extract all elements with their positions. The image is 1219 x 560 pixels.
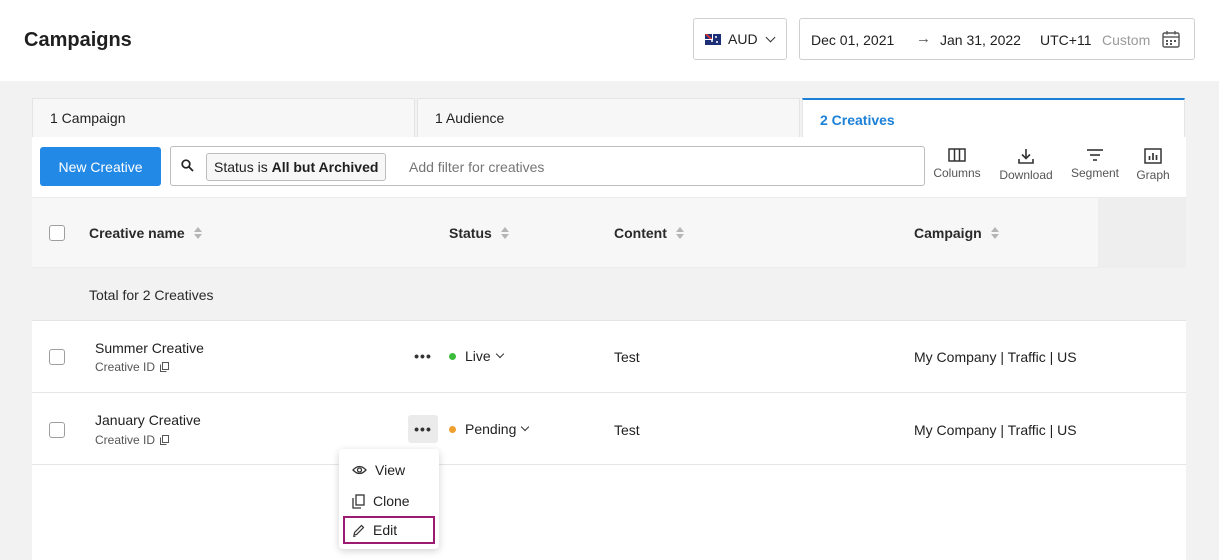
total-label: Total for 2 Creatives bbox=[89, 287, 214, 303]
row-actions-menu: View Clone Edit bbox=[339, 449, 439, 549]
status-label: Live bbox=[465, 348, 491, 364]
column-header-content[interactable]: Content bbox=[614, 225, 684, 241]
currency-select[interactable]: AUD bbox=[693, 18, 787, 60]
chevron-down-icon bbox=[765, 32, 776, 42]
timezone-label: UTC+11 bbox=[1040, 32, 1092, 48]
column-header-label: Content bbox=[614, 225, 667, 241]
date-start: Dec 01, 2021 bbox=[811, 32, 895, 48]
content-cell: Test bbox=[614, 349, 640, 365]
eye-icon bbox=[352, 465, 367, 475]
creatives-panel: New Creative Status is All but Archived … bbox=[32, 137, 1186, 560]
filter-input[interactable] bbox=[409, 159, 809, 175]
filter-bar[interactable]: Status is All but Archived bbox=[170, 146, 925, 186]
sort-icon bbox=[193, 227, 202, 239]
total-row: Total for 2 Creatives bbox=[32, 268, 1186, 321]
columns-icon bbox=[948, 148, 966, 162]
campaign-cell[interactable]: My Company | Traffic | US bbox=[914, 349, 1077, 365]
column-header-label: Status bbox=[449, 225, 492, 241]
graph-icon bbox=[1144, 148, 1162, 164]
columns-label: Columns bbox=[933, 166, 981, 180]
creative-id-label: Creative ID bbox=[95, 433, 156, 447]
tab-audiences[interactable]: 1 Audience bbox=[417, 98, 800, 138]
status-select[interactable]: Pending bbox=[449, 421, 530, 437]
page-header: Campaigns AUD Dec 01, 2021 → Jan 31, 202… bbox=[0, 0, 1219, 81]
column-header-label: Campaign bbox=[914, 225, 982, 241]
chevron-down-icon bbox=[521, 422, 530, 432]
arrow-right-icon: → bbox=[916, 30, 931, 47]
column-header-label: Creative name bbox=[89, 225, 185, 241]
creative-id[interactable]: Creative ID bbox=[95, 360, 170, 374]
pencil-icon bbox=[353, 524, 365, 537]
creative-id-label: Creative ID bbox=[95, 360, 156, 374]
column-header-creative-name[interactable]: Creative name bbox=[89, 225, 202, 241]
range-type-label: Custom bbox=[1102, 32, 1151, 48]
segment-label: Segment bbox=[1070, 166, 1120, 180]
chevron-down-icon bbox=[495, 349, 504, 359]
status-dot-live bbox=[449, 352, 456, 360]
sort-icon bbox=[990, 227, 999, 239]
status-select[interactable]: Live bbox=[449, 348, 504, 364]
row-actions-button[interactable]: ••• bbox=[408, 342, 438, 370]
status-label: Pending bbox=[465, 421, 517, 437]
page-title: Campaigns bbox=[24, 29, 132, 51]
copy-icon bbox=[160, 362, 170, 372]
creative-name[interactable]: Summer Creative bbox=[95, 340, 204, 356]
filter-chip-value: All but Archived bbox=[271, 159, 379, 175]
copy-icon bbox=[160, 435, 170, 445]
currency-label: AUD bbox=[728, 31, 758, 47]
table-header: Creative name Status Content Campaign bbox=[32, 197, 1186, 268]
date-range-picker[interactable]: Dec 01, 2021 → Jan 31, 2022 UTC+11 Custo… bbox=[799, 18, 1195, 60]
row-checkbox[interactable] bbox=[49, 422, 65, 438]
search-icon bbox=[181, 159, 194, 172]
copy-icon bbox=[352, 493, 365, 509]
calendar-icon bbox=[1162, 31, 1180, 48]
status-dot-pending bbox=[449, 425, 456, 433]
segment-icon bbox=[1087, 149, 1103, 161]
menu-item-view[interactable]: View bbox=[339, 456, 439, 484]
creative-name[interactable]: January Creative bbox=[95, 412, 201, 428]
menu-item-label: Edit bbox=[373, 522, 398, 538]
sort-icon bbox=[500, 227, 509, 239]
tab-creatives[interactable]: 2 Creatives bbox=[802, 98, 1185, 138]
menu-item-edit[interactable]: Edit bbox=[343, 516, 435, 544]
select-all-checkbox[interactable] bbox=[49, 225, 65, 241]
campaign-cell[interactable]: My Company | Traffic | US bbox=[914, 422, 1077, 438]
menu-item-clone[interactable]: Clone bbox=[339, 487, 439, 515]
table-row: January Creative Creative ID ••• Pending… bbox=[32, 393, 1186, 465]
row-actions-button[interactable]: ••• bbox=[408, 415, 438, 443]
menu-item-label: Clone bbox=[373, 493, 410, 509]
download-icon bbox=[1018, 149, 1034, 164]
menu-item-label: View bbox=[375, 462, 406, 478]
segment-button[interactable]: Segment bbox=[1065, 148, 1125, 180]
australia-flag-icon bbox=[705, 33, 721, 45]
row-checkbox[interactable] bbox=[49, 349, 65, 365]
creative-id[interactable]: Creative ID bbox=[95, 433, 170, 447]
header-shade bbox=[1098, 198, 1186, 268]
column-header-campaign[interactable]: Campaign bbox=[914, 225, 999, 241]
sort-icon bbox=[675, 227, 684, 239]
download-button[interactable]: Download bbox=[996, 148, 1056, 182]
date-end: Jan 31, 2022 bbox=[940, 32, 1021, 48]
download-label: Download bbox=[999, 168, 1053, 182]
filter-chip-prefix: Status is bbox=[214, 159, 268, 175]
new-creative-button[interactable]: New Creative bbox=[40, 147, 161, 186]
column-header-status[interactable]: Status bbox=[449, 225, 509, 241]
graph-button[interactable]: Graph bbox=[1123, 148, 1183, 182]
tab-campaigns[interactable]: 1 Campaign bbox=[32, 98, 415, 138]
columns-button[interactable]: Columns bbox=[927, 148, 987, 180]
graph-label: Graph bbox=[1136, 168, 1170, 182]
status-filter-chip[interactable]: Status is All but Archived bbox=[206, 153, 387, 181]
table-row: Summer Creative Creative ID ••• Live Tes… bbox=[32, 321, 1186, 393]
content-cell: Test bbox=[614, 422, 640, 438]
